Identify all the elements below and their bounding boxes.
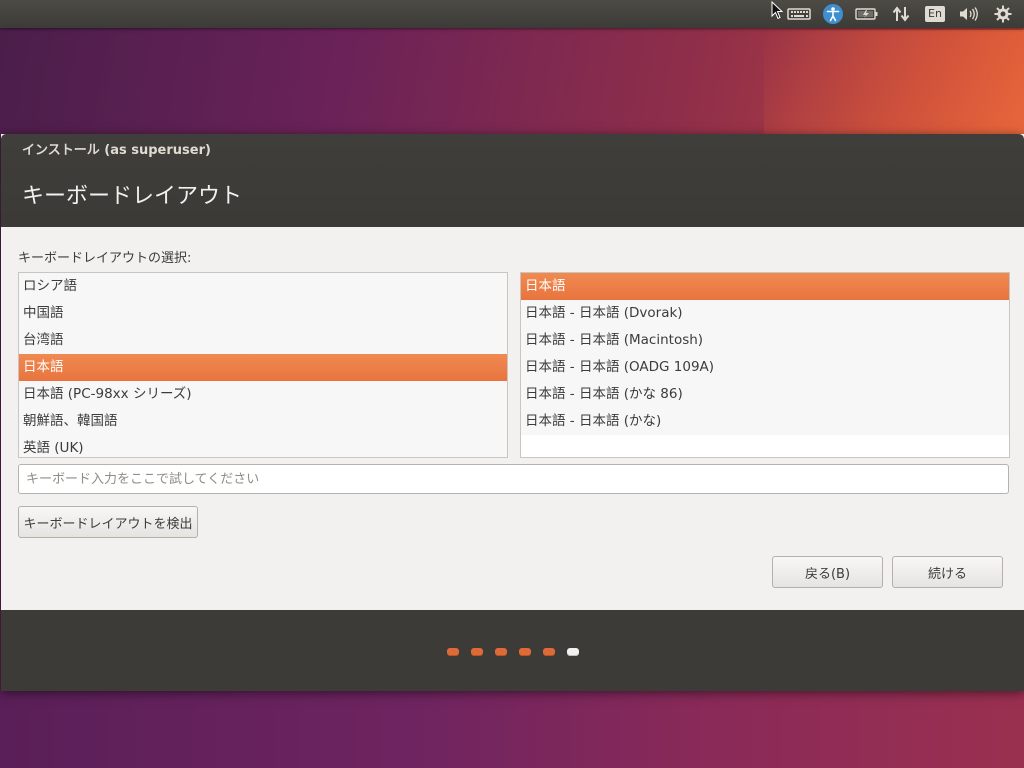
layout-item-selected[interactable]: 日本語 [19, 354, 507, 381]
progress-dot [495, 648, 507, 656]
variant-item[interactable]: 日本語 - 日本語 (OADG 109A) [521, 354, 1009, 381]
layout-item[interactable]: 台湾語 [19, 327, 507, 354]
layout-item[interactable]: ロシア語 [19, 273, 507, 300]
layout-list[interactable]: ロシア語 中国語 台湾語 日本語 日本語 (PC-98xx シリーズ) 朝鮮語、… [18, 272, 508, 458]
keyboard-test-input[interactable] [18, 464, 1009, 494]
window-title: インストール (as superuser) [22, 143, 211, 158]
layout-item[interactable]: 英語 (UK) [19, 435, 507, 457]
variant-item[interactable]: 日本語 - 日本語 (Dvorak) [521, 300, 1009, 327]
progress-dot [471, 648, 483, 656]
network-icon[interactable] [884, 0, 918, 28]
layout-item[interactable]: 中国語 [19, 300, 507, 327]
variant-list[interactable]: 日本語 日本語 - 日本語 (Dvorak) 日本語 - 日本語 (Macint… [520, 272, 1010, 458]
variant-list-empty-area [521, 435, 1009, 457]
system-gear-icon[interactable] [986, 0, 1020, 28]
window-header: インストール (as superuser) キーボードレイアウト [1, 134, 1024, 227]
accessibility-icon[interactable] [816, 0, 850, 28]
back-button[interactable]: 戻る(B) [772, 556, 883, 588]
installer-window: インストール (as superuser) キーボードレイアウト キーボードレイ… [1, 134, 1024, 691]
progress-footer [1, 610, 1024, 691]
top-panel: En [0, 0, 1024, 28]
variant-item[interactable]: 日本語 - 日本語 (Macintosh) [521, 327, 1009, 354]
progress-dots [447, 648, 579, 656]
language-icon[interactable]: En [918, 0, 952, 28]
progress-dot-current [567, 648, 579, 656]
continue-button[interactable]: 続ける [892, 556, 1003, 588]
indicator-area: En [782, 0, 1020, 28]
wallpaper-shard [764, 30, 1024, 140]
language-label: En [925, 6, 945, 22]
layout-select-label: キーボードレイアウトの選択: [18, 251, 192, 266]
progress-dot [447, 648, 459, 656]
layout-item[interactable]: 日本語 (PC-98xx シリーズ) [19, 381, 507, 408]
volume-icon[interactable] [952, 0, 986, 28]
wallpaper-bottom [0, 690, 1024, 768]
progress-dot [519, 648, 531, 656]
keyboard-icon[interactable] [782, 0, 816, 28]
window-content: キーボードレイアウトの選択: ロシア語 中国語 台湾語 日本語 日本語 (PC-… [1, 227, 1024, 610]
mouse-cursor-icon [771, 1, 783, 20]
variant-item-selected[interactable]: 日本語 [521, 273, 1009, 300]
variant-item[interactable]: 日本語 - 日本語 (かな) [521, 408, 1009, 435]
page-title: キーボードレイアウト [22, 184, 243, 209]
battery-icon[interactable] [850, 0, 884, 28]
variant-item[interactable]: 日本語 - 日本語 (かな 86) [521, 381, 1009, 408]
layout-item[interactable]: 朝鮮語、韓国語 [19, 408, 507, 435]
progress-dot [543, 648, 555, 656]
detect-layout-button[interactable]: キーボードレイアウトを検出 [18, 506, 198, 538]
